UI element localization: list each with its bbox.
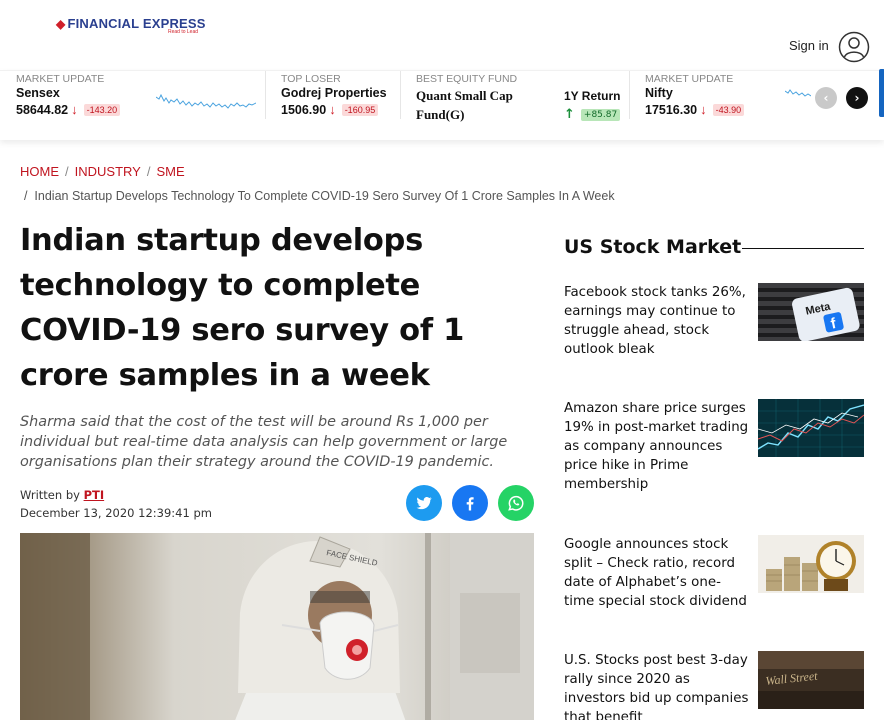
site-header: ◆ FINANCIAL EXPRESS Read to Lead Sign in: [0, 0, 884, 70]
breadcrumb: HOME / INDUSTRY / SME: [20, 164, 185, 179]
ticker-label: MARKET UPDATE: [645, 73, 734, 85]
clock-coins-thumbnail: [758, 535, 864, 593]
article-headline: Indian startup develops technology to co…: [20, 223, 465, 393]
ticker-value-row: 17516.30 ↓ -43.90: [645, 102, 815, 117]
share-facebook-button[interactable]: [452, 485, 488, 521]
market-ticker: MARKET UPDATE Sensex 58644.82 ↓ -143.20 …: [0, 69, 884, 140]
twitter-icon: [416, 496, 432, 510]
ticker-item-nifty[interactable]: MARKET UPDATE Nifty 17516.30 ↓ -43.90: [645, 73, 815, 125]
ticker-change: -143.20: [83, 103, 121, 116]
ticker-value: 1506.90: [281, 102, 327, 117]
article-synopsis: Sharma said that the cost of the test wi…: [20, 414, 508, 470]
ticker-edge-accent: [879, 69, 884, 117]
ticker-prev-button[interactable]: ‹: [815, 87, 837, 109]
facebook-icon: [466, 497, 474, 511]
arrow-down-icon: ↓: [700, 102, 707, 117]
ticker-item-sensex[interactable]: MARKET UPDATE Sensex 58644.82 ↓ -143.20: [16, 73, 256, 125]
ticker-label: BEST EQUITY FUND: [416, 73, 518, 85]
stock-chart-thumbnail: [758, 399, 864, 457]
breadcrumb-home[interactable]: HOME: [20, 164, 59, 179]
sidebar-story[interactable]: Amazon share price surges 19% in post-ma…: [564, 399, 864, 519]
user-icon[interactable]: [838, 31, 870, 63]
ticker-item-top-loser[interactable]: TOP LOSER Godrej Properties 1506.90 ↓ -1…: [281, 73, 401, 125]
sparkline-chart: [785, 89, 811, 97]
sidebar-story[interactable]: Facebook stock tanks 26%, earnings may c…: [564, 283, 864, 383]
sidebar-title[interactable]: US Stock Market: [564, 236, 741, 258]
article-hero-image: FACE SHIELD: [20, 533, 534, 720]
article-byline: Written by PTI: [20, 488, 104, 502]
story-thumbnail[interactable]: Meta f: [758, 283, 864, 341]
arrow-up-icon: ↑: [564, 107, 575, 122]
ppe-worker-photo: FACE SHIELD: [20, 533, 534, 720]
author-link[interactable]: PTI: [84, 488, 105, 502]
breadcrumb-industry[interactable]: INDUSTRY: [75, 164, 141, 179]
arrow-down-icon: ↓: [329, 102, 336, 117]
ticker-label: MARKET UPDATE: [16, 73, 105, 85]
fund-return-row: ↑ +85.87: [564, 107, 621, 122]
sidebar-story[interactable]: Google announces stock split – Check rat…: [564, 535, 864, 635]
ticker-divider: [400, 71, 401, 119]
fund-return-value: +85.87: [580, 108, 621, 121]
logo-mark-icon: ◆: [56, 16, 66, 31]
sparkline-chart: [156, 93, 256, 109]
breadcrumb-sme[interactable]: SME: [156, 164, 184, 179]
story-headline[interactable]: Amazon share price surges 19% in post-ma…: [564, 399, 749, 494]
story-thumbnail[interactable]: [758, 535, 864, 593]
article-date: December 13, 2020 12:39:41 pm: [20, 506, 212, 520]
site-logo[interactable]: ◆ FINANCIAL EXPRESS Read to Lead: [56, 16, 206, 35]
ticker-change: -43.90: [712, 103, 745, 116]
sidebar-title-rule: [742, 248, 864, 249]
sidebar-story[interactable]: U.S. Stocks post best 3-day rally since …: [564, 651, 864, 720]
written-by-label: Written by: [20, 488, 80, 502]
signin-link[interactable]: Sign in: [789, 38, 829, 53]
story-headline[interactable]: U.S. Stocks post best 3-day rally since …: [564, 651, 749, 720]
wall-street-thumbnail: Wall Street: [758, 651, 864, 709]
ticker-divider: [629, 71, 630, 119]
meta-facebook-thumbnail: Meta f: [758, 283, 864, 341]
logo-tagline: Read to Lead: [168, 29, 199, 35]
fund-return-label: 1Y Return: [564, 89, 621, 103]
whatsapp-icon: [508, 495, 524, 511]
ticker-name: Godrej Properties: [281, 86, 387, 100]
ticker-change: -160.95: [341, 103, 379, 116]
ticker-item-best-fund[interactable]: BEST EQUITY FUND Quant Small Cap Fund(G)…: [416, 73, 622, 125]
ticker-next-button[interactable]: ›: [846, 87, 868, 109]
ticker-label: TOP LOSER: [281, 73, 341, 85]
breadcrumb-current-title: Indian Startup Develops Technology To Co…: [34, 189, 615, 203]
story-headline[interactable]: Google announces stock split – Check rat…: [564, 535, 749, 611]
breadcrumb-separator: /: [146, 164, 151, 179]
ticker-value: 58644.82: [16, 102, 69, 117]
ticker-value-row: 1506.90 ↓ -160.95: [281, 102, 401, 117]
share-whatsapp-button[interactable]: [498, 485, 534, 521]
story-headline[interactable]: Facebook stock tanks 26%, earnings may c…: [564, 283, 749, 359]
story-thumbnail[interactable]: [758, 399, 864, 457]
breadcrumb-separator: /: [65, 164, 69, 179]
breadcrumb-separator: /: [24, 189, 35, 203]
breadcrumb-current: / Indian Startup Develops Technology To …: [24, 189, 615, 203]
story-thumbnail[interactable]: Wall Street: [758, 651, 864, 709]
arrow-down-icon: ↓: [71, 102, 78, 117]
ticker-value: 17516.30: [645, 102, 698, 117]
ticker-divider: [265, 71, 266, 119]
share-twitter-button[interactable]: [406, 485, 442, 521]
